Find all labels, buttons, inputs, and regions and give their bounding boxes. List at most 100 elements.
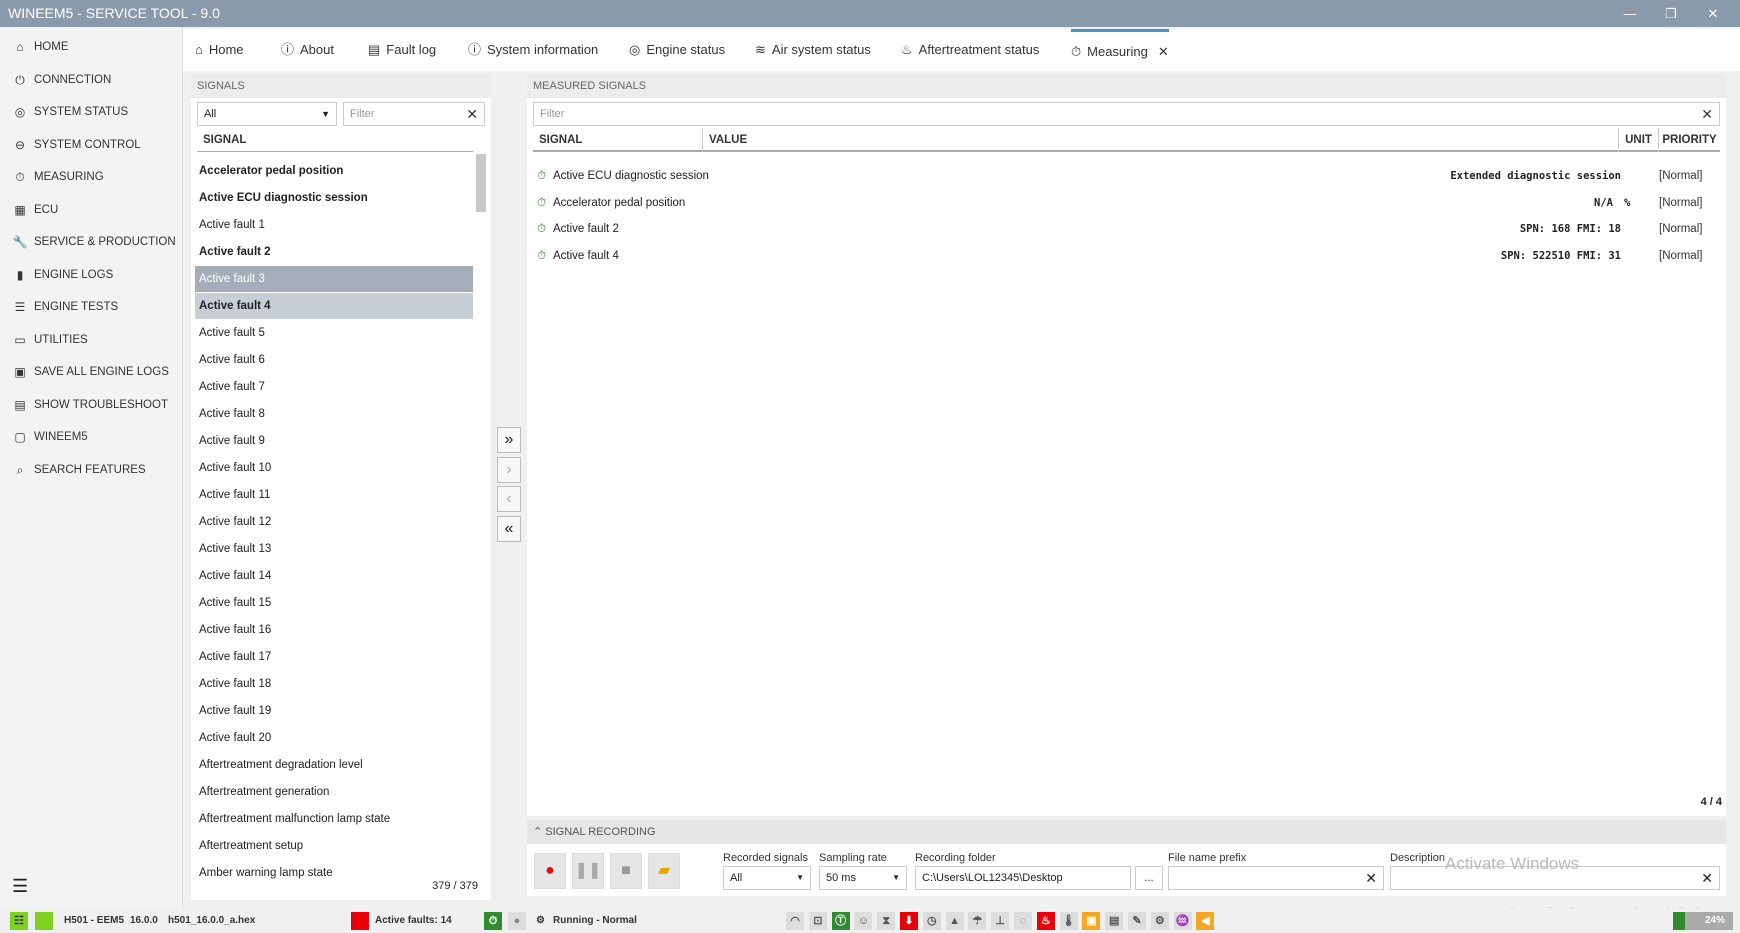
filter-icon[interactable]: ▣ (1082, 912, 1101, 930)
signal-column-header[interactable]: SIGNAL (197, 128, 473, 152)
col-signal[interactable]: SIGNAL (533, 128, 703, 152)
collapse-icon[interactable]: ⌃ (533, 826, 542, 838)
menu-collapse-icon[interactable]: ☰ (12, 876, 28, 897)
sidebar-item-ecu[interactable]: ▦ ECU (12, 198, 58, 222)
heater-icon[interactable]: ♒ (1173, 912, 1192, 930)
signal-list-item[interactable]: Active fault 15 (195, 590, 473, 616)
sidebar-item-utilities[interactable]: ▭ UTILITIES (12, 328, 87, 352)
sidebar-item-service-production[interactable]: 🔧 SERVICE & PRODUCTION (12, 230, 176, 254)
signal-list-item[interactable]: Active fault 17 (195, 644, 473, 670)
close-button[interactable]: ✕ (1693, 0, 1733, 27)
gauge-icon[interactable]: ◠ (786, 912, 804, 930)
minimize-button[interactable]: — (1610, 0, 1650, 27)
stop-button[interactable]: ■ (610, 853, 642, 889)
oil-icon[interactable]: ☂ (968, 912, 987, 930)
signal-list-item[interactable]: Active fault 19 (195, 698, 473, 724)
clear-filter-icon[interactable]: ✕ (466, 103, 478, 125)
sidebar-item-connection[interactable]: ⏻ CONNECTION (12, 68, 111, 92)
signal-list-item[interactable]: Active fault 13 (195, 536, 473, 562)
sidebar-item-system-status[interactable]: ◎ SYSTEM STATUS (12, 100, 128, 124)
engine-icon[interactable]: ⚙ (1150, 912, 1169, 930)
file-name-prefix-input[interactable]: ✕ (1168, 866, 1384, 890)
tab-measuring[interactable]: ⏱ Measuring ✕ (1071, 29, 1169, 71)
tab-home[interactable]: ⌂ Home (195, 29, 244, 71)
signal-list-item[interactable]: Active fault 4 (195, 293, 473, 319)
table-icon[interactable]: ▤ (1105, 912, 1124, 930)
signal-recording-header[interactable]: ⌃ SIGNAL RECORDING (527, 820, 1726, 844)
add-all-button[interactable]: » (497, 427, 521, 453)
water-icon[interactable]: ◌ (1014, 912, 1032, 930)
signals-filter-input[interactable]: Filter ✕ (343, 102, 485, 126)
tab-air-system-status[interactable]: ≋ Air system status (755, 29, 871, 71)
tab-engine-status[interactable]: ◎ Engine status (629, 29, 725, 71)
signal-list-item[interactable]: Active fault 1 (195, 212, 473, 238)
lock-open-icon[interactable]: ⊡ (808, 912, 827, 930)
signal-list-item[interactable]: Aftertreatment generation (195, 779, 473, 805)
signal-list-item[interactable]: Active fault 6 (195, 347, 473, 373)
close-tab-icon[interactable]: ✕ (1158, 31, 1169, 73)
active-faults[interactable]: Active faults: 14 (375, 912, 452, 930)
exhaust-icon[interactable]: ♨ (1036, 912, 1055, 930)
sidebar-item-engine-tests[interactable]: ☰ ENGINE TESTS (12, 295, 119, 319)
clear-icon[interactable]: ✕ (1701, 867, 1713, 889)
signal-list-item[interactable]: Active fault 2 (195, 239, 473, 265)
tab-aftertreatment-status[interactable]: ♨ Aftertreatment status (901, 29, 1039, 71)
torque-icon[interactable]: Ⓣ (831, 912, 850, 930)
signal-list-item[interactable]: Active ECU diagnostic session (195, 185, 473, 211)
measured-row[interactable]: ⏱ Active fault 4 SPN: 522510 FMI: 31 [No… (527, 243, 1726, 269)
clear-filter-icon[interactable]: ✕ (1701, 103, 1713, 125)
sidebar-item-measuring[interactable]: ⏱ MEASURING (12, 165, 103, 189)
browse-folder-button[interactable]: ... (1135, 866, 1163, 890)
hourglass-icon[interactable]: ⧗ (877, 912, 896, 930)
sidebar-item-search-features[interactable]: ⌕ SEARCH FEATURES (12, 458, 146, 482)
signal-list-item[interactable]: Aftertreatment malfunction lamp state (195, 806, 473, 832)
sidebar-item-save-all-engine-logs[interactable]: ▣ SAVE ALL ENGINE LOGS (12, 360, 169, 384)
wrench-icon[interactable]: ✎ (1128, 912, 1146, 930)
signal-list-item[interactable]: Active fault 7 (195, 374, 473, 400)
tab-system-information[interactable]: ⓘ System information (468, 29, 598, 71)
signal-list-item[interactable]: Active fault 10 (195, 455, 473, 481)
remove-selected-button[interactable]: ‹ (497, 486, 521, 512)
tab-fault-log[interactable]: ▤ Fault log (368, 29, 436, 71)
signal-list-item[interactable]: Active fault 8 (195, 401, 473, 427)
remove-all-button[interactable]: « (497, 516, 521, 542)
horn-icon[interactable]: ◀ (1196, 912, 1215, 930)
signal-list-item[interactable]: Active fault 11 (195, 482, 473, 508)
restore-button[interactable]: ❐ (1651, 0, 1691, 27)
face-icon[interactable]: ☺ (854, 912, 873, 930)
temp-icon[interactable]: 🌡 (1059, 912, 1078, 930)
measured-row[interactable]: ⏱ Accelerator pedal position N/A % [Norm… (527, 190, 1726, 216)
add-selected-button[interactable]: › (497, 457, 521, 483)
warning-icon[interactable]: ▲ (945, 912, 964, 930)
sidebar-item-home[interactable]: ⌂ HOME (12, 35, 68, 59)
scrollbar-thumb[interactable] (476, 154, 486, 212)
pause-button[interactable]: ❚❚ (572, 853, 604, 889)
sidebar-item-wineem5[interactable]: ▢ WINEEM5 (12, 425, 87, 449)
sidebar-item-engine-logs[interactable]: ▮ ENGINE LOGS (12, 263, 114, 287)
sidebar-item-show-troubleshoot[interactable]: ▤ SHOW TROUBLESHOOT (12, 393, 168, 417)
signal-list-item[interactable]: Aftertreatment setup (195, 833, 473, 859)
signal-list-item[interactable]: Active fault 3 (195, 266, 473, 292)
signal-group-select[interactable]: All ▼ (197, 102, 337, 126)
measured-row[interactable]: ⏱ Active ECU diagnostic session Extended… (527, 163, 1726, 189)
measured-row[interactable]: ⏱ Active fault 2 SPN: 168 FMI: 18 [Norma… (527, 216, 1726, 242)
arrow-down-icon[interactable]: ⬇ (900, 912, 918, 930)
col-value[interactable]: VALUE (703, 128, 1619, 152)
signal-list-item[interactable]: Active fault 5 (195, 320, 473, 346)
signal-list-item[interactable]: Active fault 18 (195, 671, 473, 697)
clock-icon[interactable]: ◷ (922, 912, 941, 930)
col-unit[interactable]: UNIT (1619, 128, 1659, 152)
signal-list-item[interactable]: Active fault 12 (195, 509, 473, 535)
signal-list-item[interactable]: Active fault 16 (195, 617, 473, 643)
folder-icon[interactable]: ▰ (648, 853, 680, 889)
clear-icon[interactable]: ✕ (1365, 867, 1377, 889)
col-priority[interactable]: PRIORITY (1659, 128, 1720, 152)
signal-list-item[interactable]: Aftertreatment degradation level (195, 752, 473, 778)
signal-list-item[interactable]: Active fault 9 (195, 428, 473, 454)
signal-list-item[interactable]: Accelerator pedal position (195, 158, 473, 184)
sampling-rate-select[interactable]: 50 ms ▼ (819, 866, 907, 890)
signal-list-item[interactable]: Active fault 20 (195, 725, 473, 751)
coolant-icon[interactable]: ⊥ (991, 912, 1010, 930)
recorded-signals-select[interactable]: All ▼ (723, 866, 811, 890)
measured-filter-input[interactable]: Filter ✕ (533, 102, 1720, 126)
